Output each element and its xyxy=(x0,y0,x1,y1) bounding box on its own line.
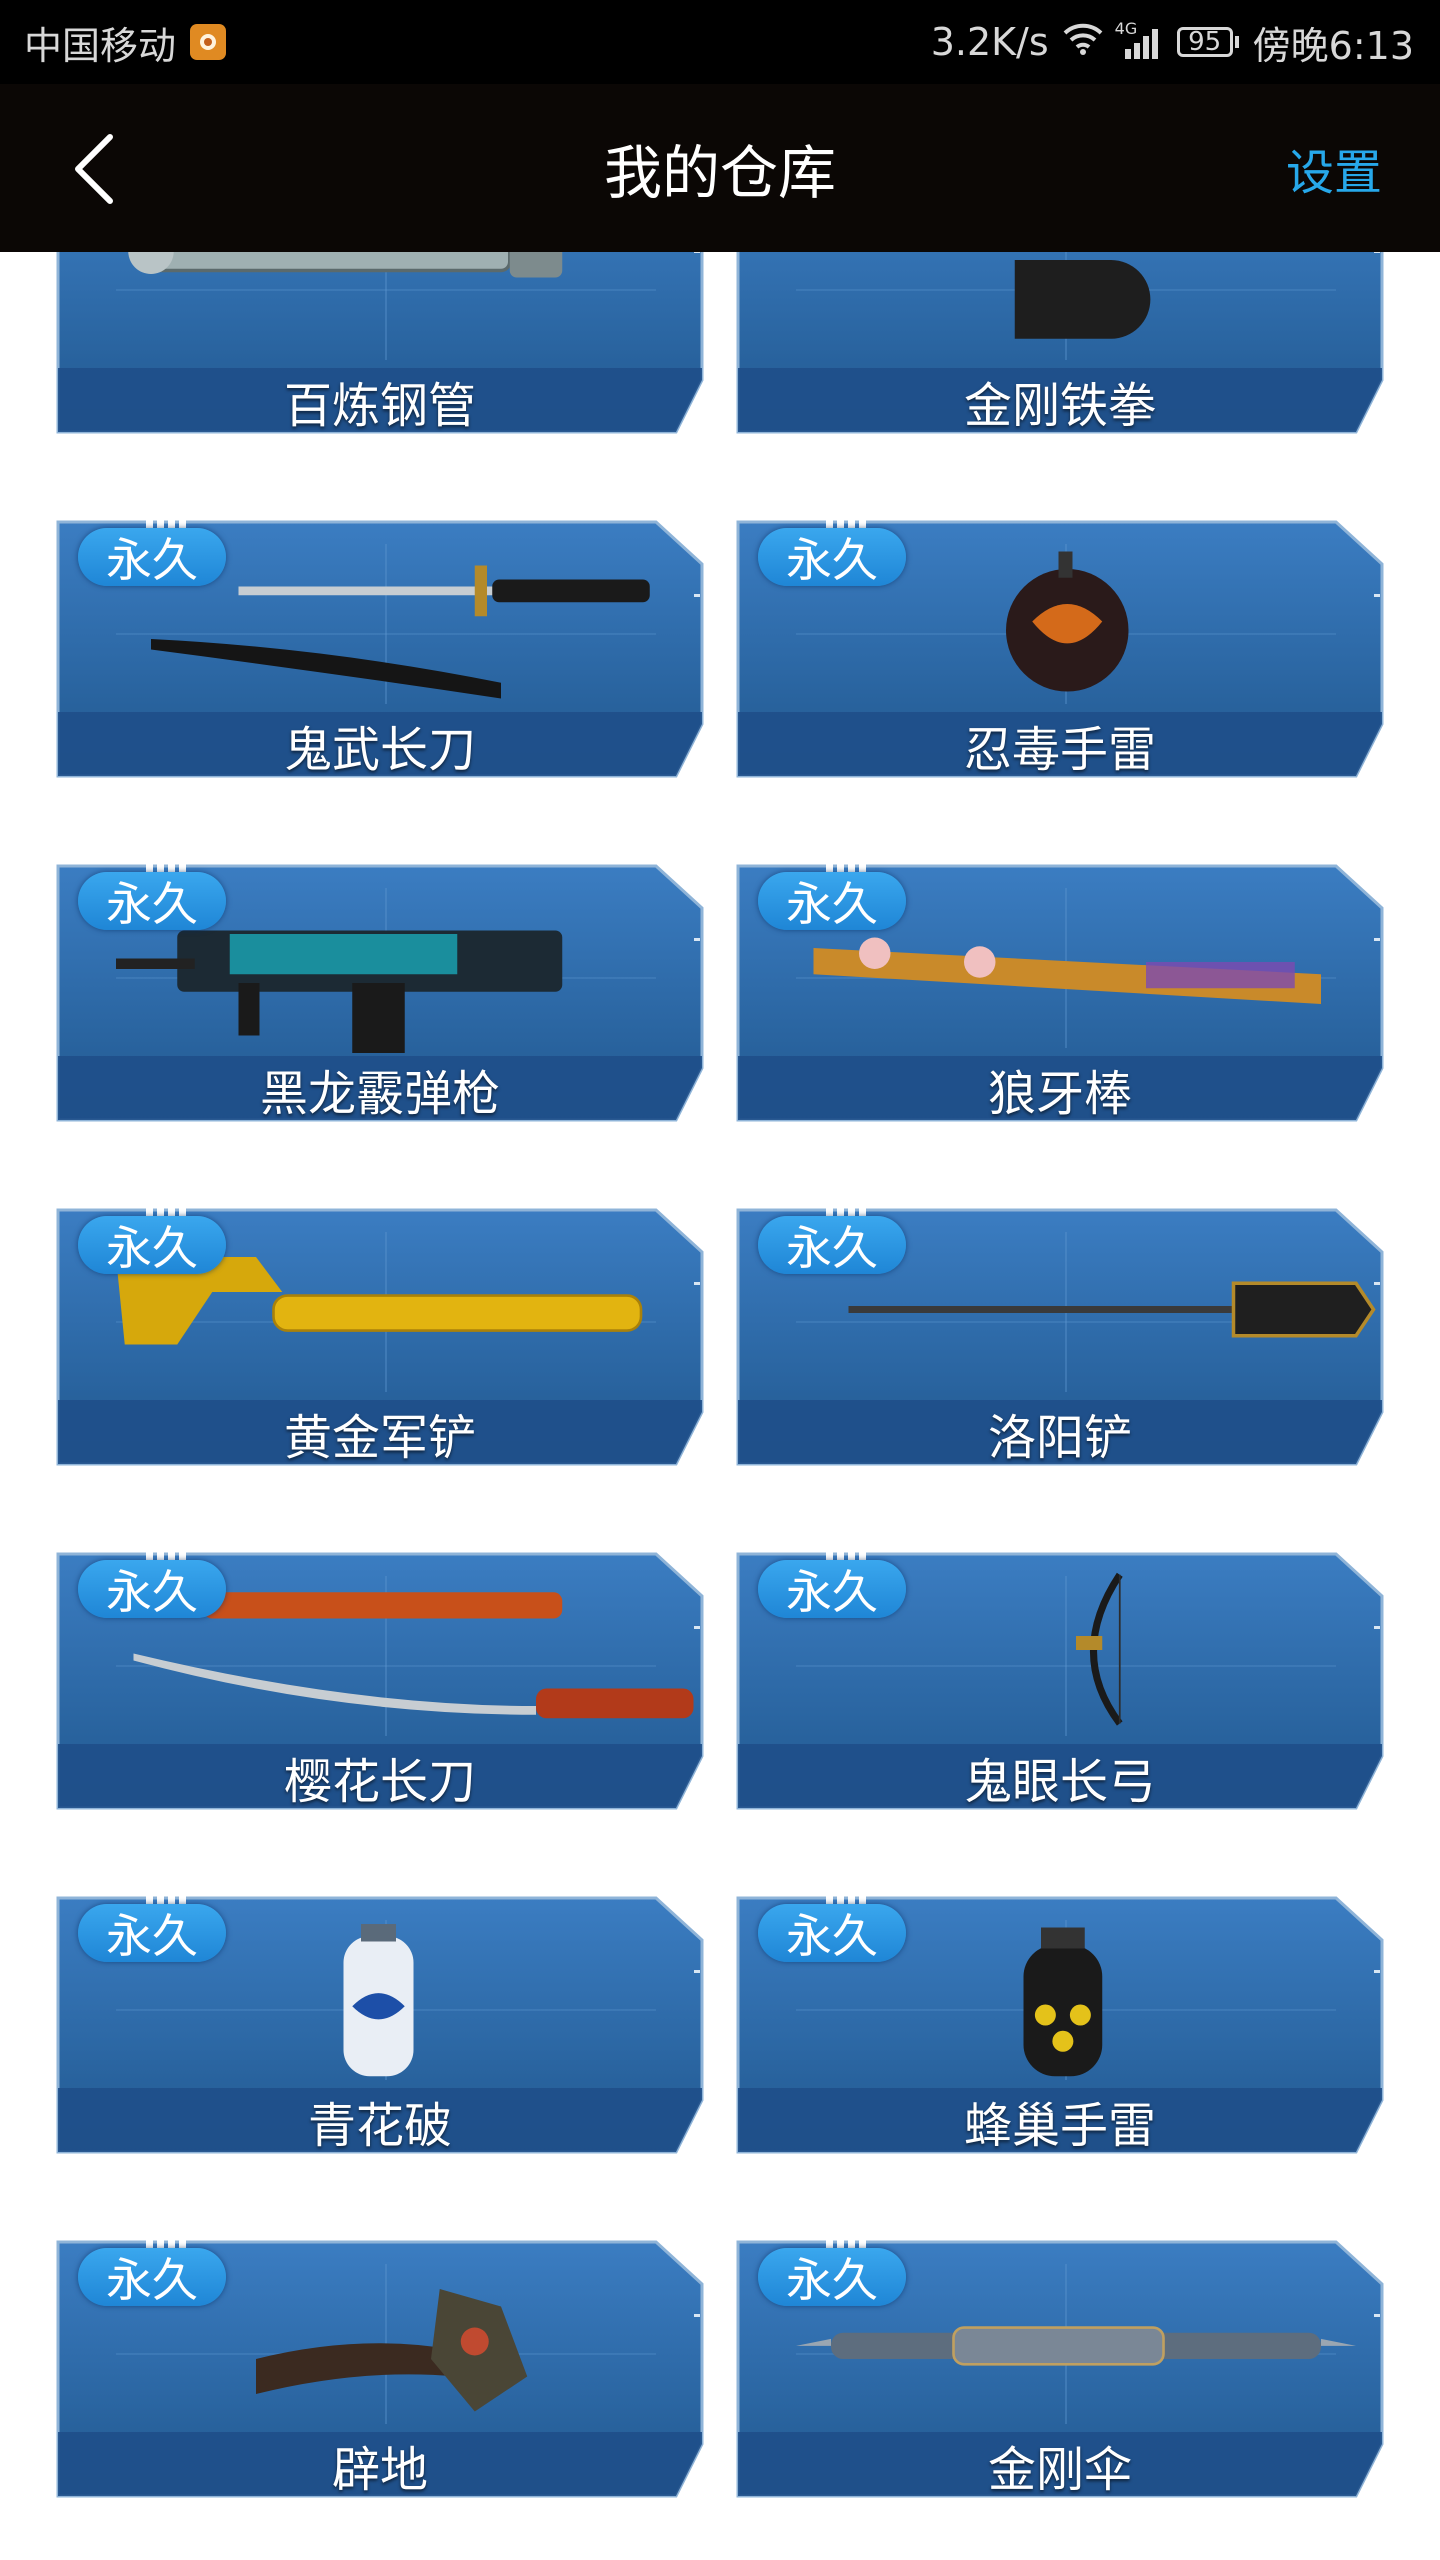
weapon-name: 黑龙霰弹枪 xyxy=(259,1066,500,1122)
permanent-badge: 永久 xyxy=(78,2248,226,2307)
weapon-card[interactable]: 永久忍毒手雷 xyxy=(736,514,1384,778)
wifi-icon xyxy=(1063,20,1103,64)
permanent-badge: 永久 xyxy=(78,1560,226,1619)
weapon-card[interactable]: 永久青花破 xyxy=(56,1890,704,2154)
inventory-list[interactable]: 永久百炼钢管永久金刚铁拳永久鬼武长刀永久忍毒手雷永久黑龙霰弹枪永久狼牙棒永久黄金… xyxy=(0,252,1440,2560)
permanent-badge: 永久 xyxy=(758,1904,906,1963)
permanent-badge: 永久 xyxy=(758,1216,906,1275)
permanent-badge: 永久 xyxy=(758,872,906,931)
battery-icon: 95 xyxy=(1176,27,1239,57)
page-title: 我的仓库 xyxy=(603,139,836,207)
permanent-badge: 永久 xyxy=(78,1904,226,1963)
weapon-name: 金刚伞 xyxy=(987,2442,1132,2498)
weapon-card[interactable]: 永久狼牙棒 xyxy=(736,858,1384,1122)
weapon-card[interactable]: 永久金刚铁拳 xyxy=(736,252,1384,434)
settings-button[interactable]: 设置 xyxy=(1286,84,1382,252)
permanent-badge: 永久 xyxy=(78,1216,226,1275)
weapon-card[interactable]: 永久黑龙霰弹枪 xyxy=(56,858,704,1122)
carrier-label: 中国移动 xyxy=(24,23,177,68)
permanent-badge: 永久 xyxy=(758,528,906,587)
permanent-badge: 永久 xyxy=(758,1560,906,1619)
cellular-signal-icon: 4G xyxy=(1115,19,1163,59)
weapon-card[interactable]: 永久洛阳铲 xyxy=(736,1202,1384,1466)
weapon-name: 青花破 xyxy=(307,2098,452,2154)
weapon-name: 洛阳铲 xyxy=(987,1410,1132,1466)
status-bar: 中国移动 3.2K/s 4G 95 傍晚6:13 xyxy=(0,0,1440,84)
weapon-name: 黄金军铲 xyxy=(283,1410,476,1466)
weapon-name: 鬼眼长弓 xyxy=(963,1754,1156,1810)
weapon-name: 金刚铁拳 xyxy=(963,378,1156,434)
nav-bar: 我的仓库 设置 xyxy=(0,84,1440,252)
network-type: 4G xyxy=(1114,19,1138,38)
weapon-card[interactable]: 永久鬼眼长弓 xyxy=(736,1546,1384,1810)
weapon-card[interactable]: 永久金刚伞 xyxy=(736,2234,1384,2498)
weapon-card[interactable]: 永久辟地 xyxy=(56,2234,704,2498)
weapon-card[interactable]: 永久百炼钢管 xyxy=(56,252,704,434)
weapon-image xyxy=(1014,260,1151,339)
clock: 傍晚6:13 xyxy=(1252,23,1414,68)
weapon-card[interactable]: 永久蜂巢手雷 xyxy=(736,1890,1384,2154)
permanent-badge: 永久 xyxy=(758,2248,906,2307)
weapon-card[interactable]: 永久樱花长刀 xyxy=(56,1546,704,1810)
weapon-card[interactable]: 永久黄金军铲 xyxy=(56,1202,704,1466)
battery-level: 95 xyxy=(1176,27,1233,57)
weapon-name: 狼牙棒 xyxy=(987,1066,1132,1122)
weapon-name: 鬼武长刀 xyxy=(283,722,476,778)
weapon-name: 百炼钢管 xyxy=(283,378,476,434)
app-notification-icon xyxy=(190,24,227,60)
weapon-name: 忍毒手雷 xyxy=(963,722,1156,778)
permanent-badge: 永久 xyxy=(78,528,226,587)
network-speed: 3.2K/s xyxy=(930,20,1049,64)
weapon-name: 樱花长刀 xyxy=(283,1754,476,1810)
weapon-card[interactable]: 永久鬼武长刀 xyxy=(56,514,704,778)
weapon-name: 辟地 xyxy=(331,2442,428,2498)
weapon-name: 蜂巢手雷 xyxy=(963,2098,1156,2154)
permanent-badge: 永久 xyxy=(78,872,226,931)
weapon-image xyxy=(128,252,563,278)
